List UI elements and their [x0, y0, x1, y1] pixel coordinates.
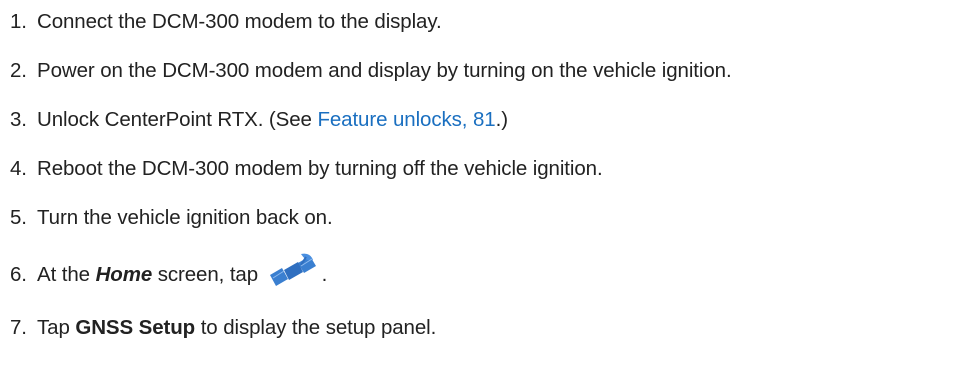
step-number: 5.	[10, 206, 27, 229]
step-text: Power on the DCM-300 modem and display b…	[37, 59, 732, 82]
step-4: 4. Reboot the DCM-300 modem by turning of…	[10, 156, 603, 182]
step-5: 5. Turn the vehicle ignition back on.	[10, 205, 333, 231]
satellite-icon	[268, 253, 320, 289]
step-7: 7. Tap GNSS Setup to display the setup pa…	[10, 315, 436, 341]
step-text-after: .	[321, 263, 328, 286]
step-number: 1.	[10, 10, 27, 33]
step-2: 2. Power on the DCM-300 modem and display…	[10, 58, 732, 84]
step-text: At the	[37, 263, 96, 286]
step-number: 7.	[10, 316, 27, 339]
step-text-middle: screen, tap	[152, 263, 264, 286]
step-1: 1. Connect the DCM-300 modem to the displ…	[10, 9, 442, 35]
home-screen-emphasis: Home	[95, 263, 153, 286]
step-6: 6. At the Home screen, tap .	[10, 253, 327, 289]
step-number: 4.	[10, 157, 27, 180]
gnss-setup-label: GNSS Setup	[75, 316, 196, 339]
step-number: 6.	[10, 263, 27, 286]
step-text-after: to display the setup panel.	[195, 316, 437, 339]
step-number: 3.	[10, 108, 27, 131]
step-text: Connect the DCM-300 modem to the display…	[37, 10, 442, 33]
step-number: 2.	[10, 59, 27, 82]
step-text: Tap	[37, 316, 76, 339]
step-text: Reboot the DCM-300 modem by turning off …	[37, 157, 603, 180]
step-3: 3. Unlock CenterPoint RTX. (See Feature u…	[10, 107, 508, 133]
feature-unlocks-link[interactable]: Feature unlocks, 81	[317, 108, 495, 131]
instruction-steps: 1. Connect the DCM-300 modem to the displ…	[0, 0, 975, 365]
step-text: Unlock CenterPoint RTX. (See	[37, 108, 318, 131]
step-text: Turn the vehicle ignition back on.	[37, 206, 333, 229]
step-text-after: .)	[495, 108, 508, 131]
